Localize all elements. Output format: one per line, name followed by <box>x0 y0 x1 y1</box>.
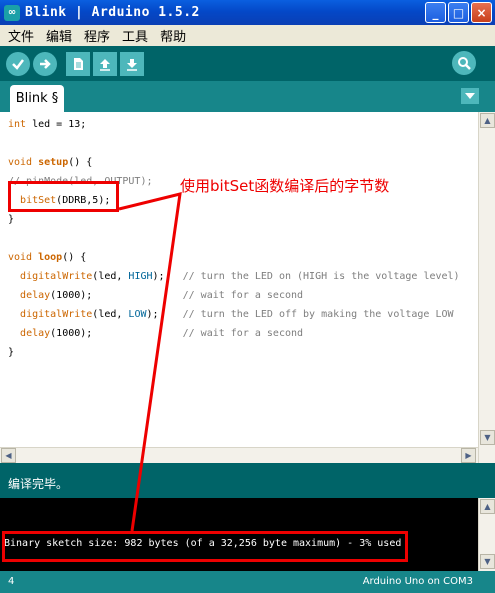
console-scrollbar[interactable]: ▲ ▼ <box>478 498 495 571</box>
annotation-box-code <box>8 181 119 212</box>
code-token: setup <box>38 157 69 168</box>
annotation-label: 使用bitSet函数编译后的字节数 <box>180 177 390 195</box>
maximize-button[interactable]: □ <box>448 2 469 23</box>
save-down-arrow-icon <box>127 58 137 71</box>
code-line: void setup() { <box>8 157 93 168</box>
code-token: digitalWrite <box>20 309 93 320</box>
arduino-logo-icon: ∞ <box>4 4 20 21</box>
code-token: void <box>8 157 33 168</box>
code-token: delay <box>20 290 51 301</box>
console-scroll-up-button[interactable]: ▲ <box>480 499 495 514</box>
new-file-icon <box>74 57 83 70</box>
code-text: int led = 13; void setup() { // pinMode(… <box>8 115 460 362</box>
code-token: HIGH <box>128 271 153 282</box>
verify-button[interactable] <box>6 51 30 76</box>
title-bar: ∞ Blink | Arduino 1.5.2 _ □ × <box>0 0 495 25</box>
scroll-right-button[interactable]: ▶ <box>461 448 476 463</box>
status-message: 编译完毕。 <box>8 477 69 491</box>
console-scroll-down-button[interactable]: ▼ <box>480 554 495 569</box>
code-line: } <box>8 214 15 225</box>
minimize-button[interactable]: _ <box>425 2 446 23</box>
menu-help[interactable]: 帮助 <box>154 26 192 45</box>
code-token: int <box>8 119 27 130</box>
board-info: Arduino Uno on COM3 <box>362 576 473 587</box>
serial-monitor-magnifier-icon <box>458 57 471 70</box>
tab-strip: Blink § <box>0 81 495 112</box>
serial-monitor-button[interactable] <box>452 51 476 75</box>
code-token: // turn the LED on (HIGH is the voltage … <box>182 271 460 282</box>
annotation-box-console <box>2 531 408 562</box>
menu-file[interactable]: 文件 <box>2 26 40 45</box>
bottom-status-bar: 4 Arduino Uno on COM3 <box>0 571 495 593</box>
code-token: digitalWrite <box>20 271 93 282</box>
upload-button[interactable] <box>33 51 57 76</box>
code-line: digitalWrite(led, LOW); // turn the LED … <box>20 309 454 320</box>
code-line: digitalWrite(led, HIGH); // turn the LED… <box>20 271 460 282</box>
verify-check-icon <box>12 58 24 70</box>
code-token: delay <box>20 328 51 339</box>
scroll-up-button[interactable]: ▲ <box>480 113 495 128</box>
editor-horizontal-scrollbar[interactable]: ◀ ▶ <box>0 447 478 463</box>
code-token: void <box>8 252 33 263</box>
code-token: LOW <box>128 309 147 320</box>
tab-menu-button[interactable] <box>461 88 479 104</box>
code-token: loop <box>38 252 63 263</box>
chevron-down-icon <box>465 93 475 99</box>
code-line: int led = 13; <box>8 119 87 130</box>
upload-arrow-icon <box>40 58 51 69</box>
window-title: Blink | Arduino 1.5.2 <box>25 5 200 20</box>
code-line: delay(1000); // wait for a second <box>20 328 304 339</box>
tab-blink[interactable]: Blink § <box>10 85 64 112</box>
open-up-arrow-icon <box>100 58 110 71</box>
status-area: 编译完毕。 <box>0 463 495 498</box>
menu-sketch[interactable]: 程序 <box>78 26 116 45</box>
window-controls: _ □ × <box>425 2 492 23</box>
code-token: // wait for a second <box>182 290 304 301</box>
menu-tools[interactable]: 工具 <box>116 26 154 45</box>
code-line: void loop() { <box>8 252 87 263</box>
save-button[interactable] <box>120 51 144 76</box>
toolbar <box>0 46 495 81</box>
code-token: // wait for a second <box>182 328 304 339</box>
menu-edit[interactable]: 编辑 <box>40 26 78 45</box>
close-button[interactable]: × <box>471 2 492 23</box>
line-number: 4 <box>8 576 15 587</box>
scroll-left-button[interactable]: ◀ <box>1 448 16 463</box>
scroll-down-button[interactable]: ▼ <box>480 430 495 445</box>
editor-vertical-scrollbar[interactable]: ▲ ▼ <box>478 112 495 463</box>
code-line: } <box>8 347 15 358</box>
new-button[interactable] <box>66 51 90 76</box>
code-editor[interactable]: int led = 13; void setup() { // pinMode(… <box>0 112 478 447</box>
code-line: delay(1000); // wait for a second <box>20 290 304 301</box>
menu-bar: 文件 编辑 程序 工具 帮助 <box>0 25 495 46</box>
code-token: // turn the LED off by making the voltag… <box>182 309 454 320</box>
open-button[interactable] <box>93 51 117 76</box>
